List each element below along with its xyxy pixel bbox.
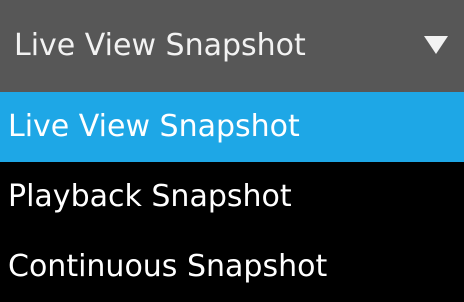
option-continuous-snapshot[interactable]: Continuous Snapshot xyxy=(0,232,464,302)
option-playback-snapshot[interactable]: Playback Snapshot xyxy=(0,162,464,232)
snapshot-type-select[interactable]: Live View Snapshot xyxy=(0,0,464,92)
triangle-down-icon[interactable] xyxy=(424,36,448,54)
option-label: Continuous Snapshot xyxy=(8,249,328,284)
option-label: Playback Snapshot xyxy=(8,179,292,214)
snapshot-type-dropdown[interactable]: Live View Snapshot Live View Snapshot Pl… xyxy=(0,0,464,302)
selected-value: Live View Snapshot xyxy=(14,28,306,63)
option-live-view-snapshot[interactable]: Live View Snapshot xyxy=(0,92,464,162)
option-label: Live View Snapshot xyxy=(8,109,300,144)
dropdown-options-list: Live View Snapshot Playback Snapshot Con… xyxy=(0,92,464,302)
